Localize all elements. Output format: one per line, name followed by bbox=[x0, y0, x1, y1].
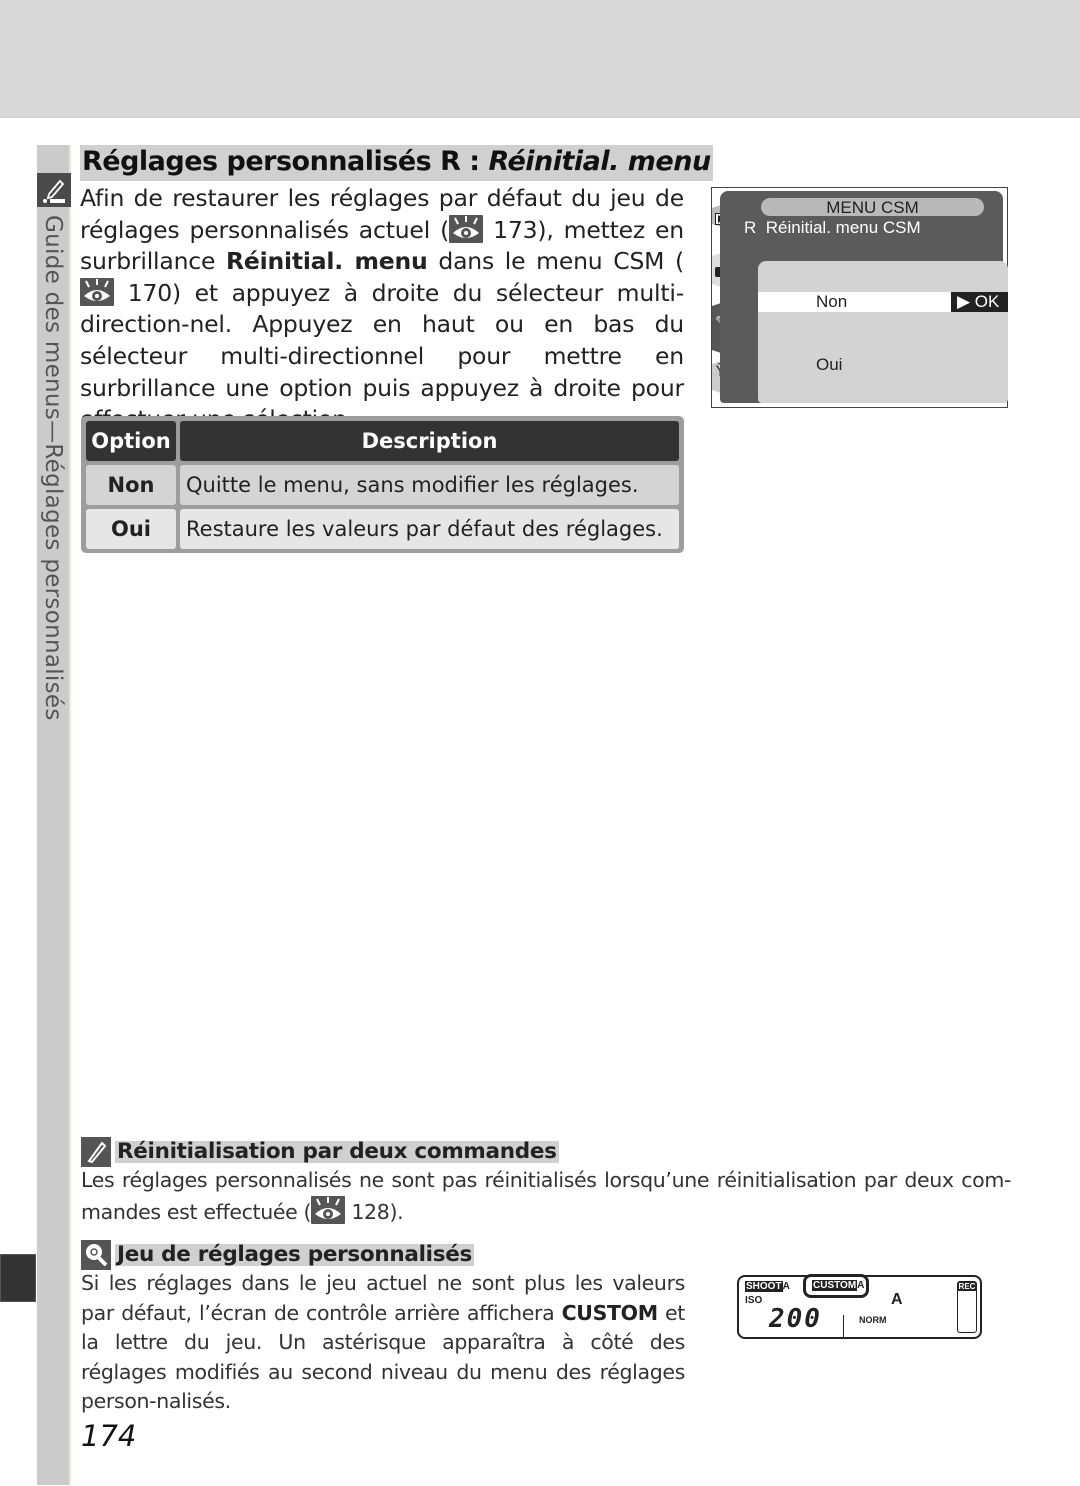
camera-menu-screenshot: ✎ Ÿ MENU CSM R Réinitial. menu CSM Non ▶… bbox=[711, 187, 1008, 408]
lcd-rec-box: REC bbox=[957, 1281, 977, 1333]
lcd-iso-label: ISO bbox=[745, 1295, 763, 1306]
page-ref-icon bbox=[311, 1195, 346, 1224]
menu-title: MENU CSM bbox=[761, 198, 984, 217]
page-number: 174 bbox=[81, 1419, 137, 1453]
ok-indicator: ▶ OK bbox=[951, 292, 1008, 312]
note-heading-reset: Réinitialisation par deux commandes bbox=[81, 1137, 559, 1167]
note1-text-a: Les réglages personnalisés ne sont pas r… bbox=[81, 1168, 1011, 1224]
top-band bbox=[0, 0, 1080, 118]
row-option: Non bbox=[86, 465, 176, 505]
page-title: Réglages personnalisés R : Réinitial. me… bbox=[80, 145, 713, 181]
pencil-note-icon bbox=[81, 1137, 111, 1167]
item-label: Réinitial. menu CSM bbox=[765, 218, 921, 237]
note1-heading: Réinitialisation par deux commandes bbox=[115, 1139, 559, 1164]
header-option: Option bbox=[86, 421, 176, 461]
note1-text-b: 128). bbox=[345, 1199, 404, 1224]
option-oui: Oui bbox=[816, 355, 843, 374]
note2-bold: CUSTOM bbox=[561, 1300, 659, 1325]
title-italic: Réinitial. menu bbox=[488, 146, 712, 177]
lcd-shoot-bank: A bbox=[782, 1281, 790, 1292]
row-description: Restaure les valeurs par défaut des régl… bbox=[180, 509, 679, 549]
page-ref-icon bbox=[80, 277, 114, 306]
row-option: Oui bbox=[86, 509, 176, 549]
note1-text: Les réglages personnalisés ne sont pas r… bbox=[81, 1166, 1011, 1227]
table-row: Oui Restaure les valeurs par défaut des … bbox=[86, 509, 679, 549]
lcd-divider bbox=[843, 1315, 844, 1337]
magnifier-note-icon bbox=[81, 1240, 111, 1270]
title-prefix: Réglages personnalisés R : bbox=[82, 146, 489, 177]
thumb-tab bbox=[0, 1254, 36, 1302]
note2-heading: Jeu de réglages personnalisés bbox=[115, 1242, 475, 1267]
header-description: Description bbox=[180, 421, 679, 461]
menu-item: R Réinitial. menu CSM bbox=[744, 218, 921, 238]
camera-screen: MENU CSM R Réinitial. menu CSM Non ▶ OK … bbox=[720, 191, 1008, 403]
side-label: Guide des menus—Réglages personnalisés bbox=[40, 215, 66, 721]
intro-text-3: dans le menu CSM ( bbox=[427, 247, 684, 276]
lcd-shoot: SHOOTA bbox=[745, 1281, 790, 1292]
lcd-rec: REC bbox=[958, 1282, 976, 1291]
lcd-custom-label: CUSTOM bbox=[812, 1280, 858, 1291]
intro-text-4: 170) et appuyez à droite du sélecteur mu… bbox=[80, 278, 684, 433]
lcd-wb: A bbox=[891, 1291, 903, 1308]
row-description: Quitte le menu, sans modifier les réglag… bbox=[180, 465, 679, 505]
intro-paragraph: Afin de restaurer les réglages par défau… bbox=[80, 183, 684, 436]
table-header-row: Option Description bbox=[86, 421, 679, 461]
lcd-custom-bank: A bbox=[857, 1280, 865, 1291]
page-ref-icon bbox=[449, 214, 484, 243]
control-panel-lcd: SHOOTA CUSTOMA ISO 200 NORM A REC bbox=[737, 1274, 982, 1339]
item-code: R bbox=[744, 218, 757, 237]
intro-bold: Réinitial. menu bbox=[226, 247, 428, 276]
lcd-shoot-label: SHOOT bbox=[745, 1281, 783, 1292]
options-panel bbox=[758, 261, 1008, 403]
note-heading-bank: Jeu de réglages personnalisés bbox=[81, 1240, 475, 1270]
lcd-quality: NORM bbox=[859, 1315, 887, 1325]
option-non: Non bbox=[816, 292, 848, 311]
lcd-iso-value: 200 bbox=[769, 1304, 822, 1334]
pencil-tab-icon bbox=[37, 173, 71, 207]
options-table: Option Description Non Quitte le menu, s… bbox=[81, 416, 684, 553]
lcd-custom-indicator: CUSTOMA bbox=[803, 1274, 869, 1298]
note2-text: Si les réglages dans le jeu actuel ne so… bbox=[81, 1269, 685, 1417]
table-row: Non Quitte le menu, sans modifier les ré… bbox=[86, 465, 679, 505]
